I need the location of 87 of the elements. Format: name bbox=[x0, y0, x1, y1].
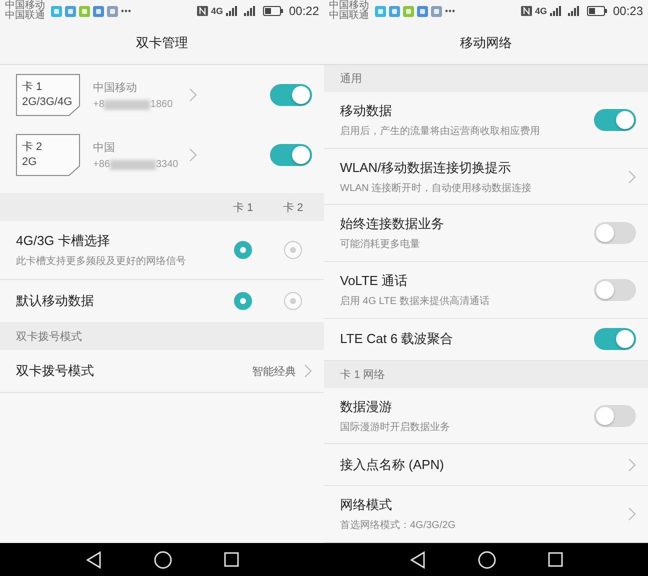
battery-icon bbox=[262, 6, 283, 16]
notification-icon bbox=[431, 6, 442, 16]
phone-number-end: 3340 bbox=[156, 159, 178, 170]
more-icon bbox=[445, 9, 455, 13]
signal-icon bbox=[550, 6, 561, 16]
blurred-number bbox=[104, 100, 150, 110]
chevron-right-icon bbox=[628, 507, 636, 522]
setting-title: 移动数据 bbox=[340, 102, 393, 120]
chevron-right-icon bbox=[189, 148, 197, 162]
back-icon[interactable] bbox=[86, 550, 102, 568]
toggle-switch[interactable] bbox=[270, 84, 312, 106]
setting-title: 接入点名称 (APN) bbox=[340, 456, 445, 474]
battery-icon bbox=[586, 6, 607, 16]
carrier-name: 中国 bbox=[93, 141, 116, 155]
phone-number-start: +8 bbox=[93, 99, 104, 110]
setting-description: 启用后，产生的流量将由运营商收取相应费用 bbox=[340, 124, 541, 138]
chevron-right-icon bbox=[304, 364, 312, 378]
phone-number-end: 1860 bbox=[150, 99, 173, 110]
setting-title: 默认移动数据 bbox=[16, 292, 95, 310]
carrier-name: 中国移动 bbox=[329, 1, 369, 11]
setting-description: WLAN 连接断开时，自动使用移动数据连接 bbox=[340, 182, 533, 195]
column-label: 卡 2 bbox=[282, 200, 304, 214]
notification-icon bbox=[389, 6, 400, 16]
setting-value: 智能经典 bbox=[252, 364, 296, 378]
signal-icon bbox=[226, 6, 237, 16]
setting-description: 启用 4G LTE 数据来提供高清通话 bbox=[340, 294, 490, 308]
signal-icon bbox=[568, 6, 579, 16]
section-header: 双卡拨号模式 bbox=[0, 322, 324, 350]
setting-description: 国际漫游时开启数据业务 bbox=[340, 420, 451, 434]
toggle-switch[interactable] bbox=[594, 404, 636, 427]
home-icon[interactable] bbox=[154, 550, 172, 568]
sim-label: 卡 2 bbox=[22, 140, 44, 155]
more-icon bbox=[121, 9, 131, 13]
sim-network-types: 2G/3G/4G bbox=[22, 95, 74, 110]
toggle-switch[interactable] bbox=[594, 222, 636, 244]
radio-button[interactable] bbox=[284, 292, 302, 310]
chevron-right-icon bbox=[189, 88, 197, 102]
setting-title: 数据漫游 bbox=[340, 398, 393, 416]
sim-network-types: 2G bbox=[22, 155, 38, 170]
setting-title: WLAN/移动数据连接切换提示 bbox=[340, 158, 512, 177]
phone-number-start: +86 bbox=[93, 159, 110, 170]
chevron-right-icon bbox=[628, 170, 636, 184]
home-icon[interactable] bbox=[478, 550, 496, 568]
chevron-right-icon bbox=[628, 458, 636, 472]
blurred-number bbox=[110, 160, 156, 170]
notification-icon bbox=[107, 6, 118, 16]
setting-description: 此卡槽支持更多频段及更好的网络信号 bbox=[16, 254, 187, 268]
radio-button[interactable] bbox=[234, 241, 252, 259]
toggle-switch[interactable] bbox=[594, 109, 636, 132]
notification-icon bbox=[93, 6, 104, 16]
section-header: 卡 1 网络 bbox=[324, 360, 648, 388]
section-header: 通用 bbox=[324, 65, 648, 92]
setting-title: 网络模式 bbox=[340, 496, 393, 514]
setting-title: VoLTE 通话 bbox=[340, 272, 409, 290]
radio-button[interactable] bbox=[284, 241, 302, 259]
sim-label: 卡 1 bbox=[22, 80, 44, 95]
toggle-switch[interactable] bbox=[594, 328, 636, 350]
setting-description: 首选网络模式：4G/3G/2G bbox=[340, 518, 457, 532]
setting-title: 始终连接数据业务 bbox=[340, 215, 445, 234]
setting-title: 4G/3G 卡槽选择 bbox=[16, 232, 111, 250]
signal-icon bbox=[244, 6, 255, 16]
network-type: 4G bbox=[534, 6, 547, 16]
clock-time: 00:23 bbox=[612, 4, 643, 18]
recent-apps-icon[interactable] bbox=[224, 552, 238, 567]
setting-title: LTE Cat 6 载波聚合 bbox=[340, 330, 454, 348]
notification-icon bbox=[417, 6, 428, 16]
clock-time: 00:22 bbox=[288, 4, 319, 18]
notification-icon bbox=[403, 6, 414, 16]
carrier-name: 中国移动 bbox=[93, 81, 138, 95]
network-type: 4G bbox=[210, 6, 223, 16]
notification-icon bbox=[51, 6, 62, 16]
nfc-icon bbox=[520, 6, 532, 16]
setting-title: 双卡拨号模式 bbox=[16, 362, 95, 380]
nfc-icon bbox=[196, 6, 208, 16]
carrier-name: 中国联通 bbox=[5, 11, 45, 21]
notification-icon bbox=[65, 6, 76, 16]
carrier-name: 中国移动 bbox=[5, 1, 45, 11]
setting-description: 可能消耗更多电量 bbox=[340, 238, 421, 252]
notification-icon bbox=[375, 6, 386, 16]
back-icon[interactable] bbox=[410, 550, 426, 568]
toggle-switch[interactable] bbox=[270, 144, 312, 166]
radio-button[interactable] bbox=[234, 292, 252, 310]
notification-icon bbox=[79, 6, 90, 16]
recent-apps-icon[interactable] bbox=[548, 552, 562, 567]
carrier-name: 中国联通 bbox=[329, 11, 369, 21]
column-label: 卡 1 bbox=[232, 200, 254, 214]
toggle-switch[interactable] bbox=[594, 278, 636, 301]
